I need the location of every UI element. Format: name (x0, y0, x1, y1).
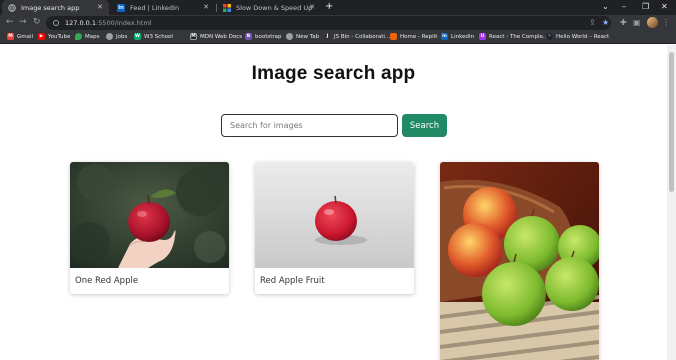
bookmark-label: Jobs (116, 33, 128, 40)
minimize-icon[interactable]: – (622, 2, 626, 11)
bookmark-gmail[interactable]: M Gmail (7, 33, 33, 40)
bookmarks-bar: M Gmail ▶ YouTube Maps Jobs W W3 School M MD… (0, 31, 676, 44)
scrollbar-thumb[interactable] (669, 52, 674, 192)
bookmark-label: MDN Web Docs (200, 33, 243, 40)
bookmark-label: LinkedIn (451, 33, 475, 40)
gmail-icon: M (7, 33, 14, 40)
more-menu-icon[interactable]: ⋮ (662, 18, 670, 27)
replit-icon (390, 33, 397, 40)
browser-toolbar: ← → ↻ 127.0.0.1:5500/index.html ⇪ ★ ✚ ▣ … (0, 15, 676, 31)
bookmark-react-hello[interactable]: ⚛ Hello World – React (546, 33, 609, 40)
jsbin-icon: J (324, 33, 331, 40)
maps-icon (75, 33, 82, 40)
tab-linkedin[interactable]: in Feed | LinkedIn ✕ (111, 0, 215, 15)
close-tab-icon[interactable]: ✕ (97, 3, 103, 11)
share-icon[interactable]: ⇪ (589, 18, 596, 27)
bookmark-jobs[interactable]: Jobs (106, 33, 127, 40)
bootstrap-icon: B (245, 33, 252, 40)
bookmark-label: YouTube (48, 33, 71, 40)
extensions-puzzle-icon[interactable]: ✚ (620, 18, 627, 27)
bookmark-label: Gmail (17, 33, 34, 40)
red-apple-on-gray-image (255, 162, 414, 268)
image-result-card[interactable] (440, 162, 599, 360)
search-input[interactable] (221, 114, 398, 137)
app-grid-icon (223, 3, 231, 12)
globe-icon (106, 33, 113, 40)
bookmark-label: JS Bin - Collaborati... (334, 33, 391, 40)
forward-arrow-icon[interactable]: → (19, 17, 27, 27)
address-bar[interactable]: 127.0.0.1:5500/index.html (46, 16, 611, 30)
bookmark-bootstrap[interactable]: Bbootstrap (245, 33, 282, 40)
page-viewport: Image search app Search One Red Apple (0, 45, 667, 360)
bookmark-label: Home - Replit (400, 33, 438, 40)
linkedin-icon: in (117, 3, 125, 12)
back-arrow-icon[interactable]: ← (6, 17, 14, 27)
search-button[interactable]: Search (402, 114, 447, 137)
green-apples-in-bowl-image (440, 162, 599, 360)
bookmark-jsbin[interactable]: J JS Bin - Collaborati... (324, 33, 390, 40)
udemy-icon: U (479, 33, 486, 40)
linkedin-icon: in (441, 33, 448, 40)
close-tab-icon[interactable]: ✕ (309, 3, 315, 11)
react-icon: ⚛ (546, 33, 553, 40)
restore-icon[interactable]: ❐ (642, 2, 649, 11)
bookmark-label: New Tab (296, 33, 320, 40)
bookmark-maps[interactable]: Maps (75, 33, 99, 40)
reload-icon[interactable]: ↻ (33, 17, 41, 27)
bookmark-linkedin[interactable]: in LinkedIn (441, 33, 474, 40)
tab-title: Slow Down & Speed Up Video O (236, 3, 314, 12)
bookmark-replit[interactable]: Home - Replit (390, 33, 437, 40)
image-result-card[interactable]: One Red Apple (70, 162, 229, 294)
tab-title: Image search app (21, 3, 80, 12)
close-window-icon[interactable]: ✕ (661, 2, 668, 11)
page-title: Image search app (251, 63, 416, 84)
site-info-icon[interactable] (53, 20, 59, 26)
bookmark-react-course[interactable]: U React - The Comple... (479, 33, 548, 40)
card-caption: One Red Apple (75, 276, 139, 286)
bookmark-label: bootstrap (255, 33, 282, 40)
bookmark-label: Hello World – React (556, 33, 610, 40)
url-path: :5500/index.html (96, 19, 152, 27)
bookmark-w3school[interactable]: W W3 School (134, 33, 173, 40)
youtube-icon: ▶ (38, 33, 45, 40)
tab-image-search-app[interactable]: Image search app ✕ (2, 0, 109, 15)
new-tab-plus-icon[interactable]: + (325, 1, 333, 12)
tab-title: Feed | LinkedIn (130, 3, 180, 12)
bookmark-label: Maps (85, 33, 100, 40)
mdn-icon: M (190, 33, 197, 40)
bookmark-youtube[interactable]: ▶ YouTube (38, 33, 70, 40)
w3-icon: W (134, 33, 141, 40)
globe-icon (8, 3, 16, 12)
bookmark-mdn[interactable]: M MDN Web Docs (190, 33, 242, 40)
url-host: 127.0.0.1 (65, 19, 97, 27)
profile-avatar[interactable] (647, 17, 658, 28)
red-apple-in-hand-image (70, 162, 229, 268)
page-scrollbar[interactable] (667, 45, 676, 360)
bookmark-star-icon[interactable]: ★ (602, 18, 609, 27)
bookmark-label: W3 School (144, 33, 173, 40)
side-panel-icon[interactable]: ▣ (633, 18, 641, 27)
globe-icon (286, 33, 293, 40)
bookmark-new-tab[interactable]: New Tab (286, 33, 319, 40)
close-tab-icon[interactable]: ✕ (203, 3, 209, 11)
card-caption: Red Apple Fruit (260, 276, 325, 286)
tab-strip: Image search app ✕ in Feed | LinkedIn ✕ … (0, 0, 676, 15)
bookmark-label: React - The Comple... (489, 33, 549, 40)
tab-search-chevron-icon[interactable]: ⌄ (602, 2, 609, 11)
image-result-card[interactable]: Red Apple Fruit (255, 162, 414, 294)
tab-video-speed[interactable]: Slow Down & Speed Up Video O ✕ (217, 0, 321, 15)
